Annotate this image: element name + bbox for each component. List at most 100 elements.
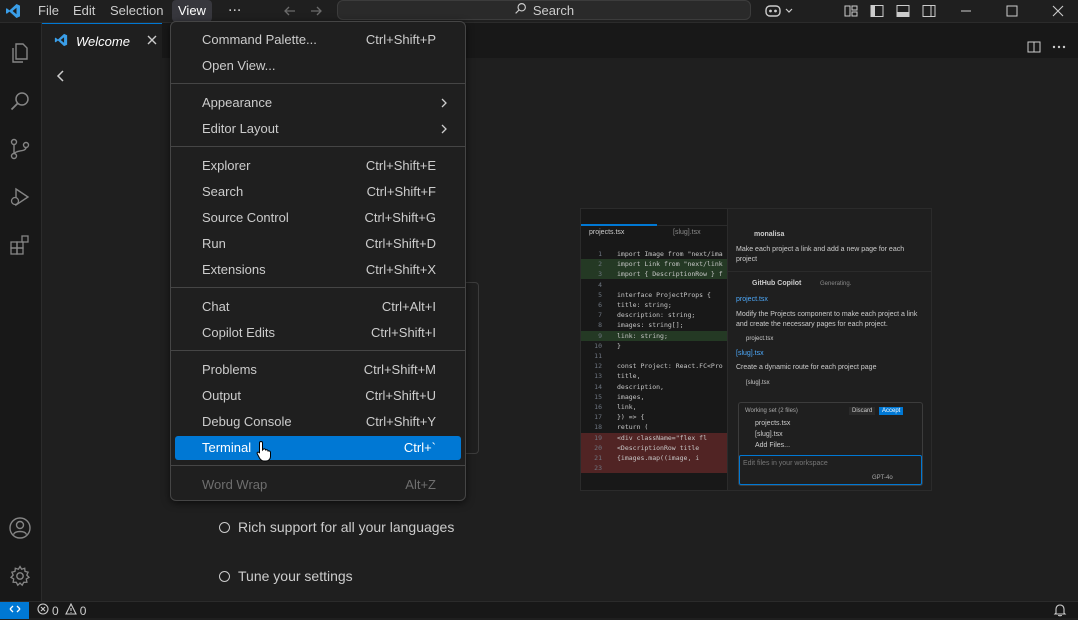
run-debug-icon[interactable] — [6, 183, 34, 211]
copilot-icon[interactable] — [764, 3, 794, 22]
explorer-icon[interactable] — [6, 39, 34, 67]
search-icon — [514, 2, 527, 18]
toggle-panel-icon[interactable] — [895, 3, 911, 22]
line-text: <div className="flex fl — [617, 433, 708, 442]
walkthrough-item[interactable]: Tune your settings — [219, 568, 353, 584]
chat-user: monalisa — [754, 231, 785, 238]
walkthrough-item-label: Tune your settings — [238, 568, 353, 584]
chat-status: Generating. — [820, 281, 852, 287]
line-text: images, — [617, 392, 645, 401]
menu-item-label: Debug Console — [202, 414, 292, 429]
code-line: 10} — [581, 341, 727, 351]
line-number: 15 — [594, 392, 602, 401]
menu-item-label: Extensions — [202, 262, 266, 277]
menu-item-shortcut: Ctrl+Shift+G — [364, 210, 436, 225]
line-number: 10 — [594, 341, 602, 350]
close-window-icon[interactable] — [1050, 3, 1066, 22]
tab-title: Welcome — [76, 33, 130, 49]
chat-file1: project.tsx — [736, 296, 768, 303]
walkthrough-item[interactable]: Rich support for all your languages — [219, 519, 454, 535]
forward-arrow-icon[interactable] — [308, 3, 324, 22]
line-text: description: string; — [617, 311, 696, 320]
more-actions-icon[interactable] — [1051, 39, 1067, 58]
search-view-icon[interactable] — [6, 87, 34, 115]
back-arrow-icon[interactable] — [282, 3, 298, 22]
toggle-secondary-sidebar-icon[interactable] — [921, 3, 937, 22]
account-icon[interactable] — [6, 514, 34, 542]
line-number: 16 — [594, 403, 602, 411]
menu-item-label: Open View... — [202, 58, 276, 73]
line-text: link, — [617, 403, 637, 411]
ws-file: [slug].tsx — [755, 431, 783, 438]
problems-status[interactable]: 0 0 — [37, 602, 87, 618]
line-number: 23 — [594, 464, 602, 473]
view-menu-dropdown: Command Palette... Ctrl+Shift+P Open View.… — [170, 21, 466, 501]
toggle-primary-sidebar-icon[interactable] — [869, 3, 885, 22]
menu-item-terminal[interactable]: Terminal Ctrl+` — [175, 436, 461, 460]
code-line: 16 link, — [581, 402, 727, 412]
menu-item-copilot-edits[interactable]: Copilot Edits Ctrl+Shift+I — [175, 321, 461, 345]
code-line: 14 description, — [581, 382, 727, 392]
warning-count: 0 — [79, 603, 87, 618]
menu-item-explorer[interactable]: Explorer Ctrl+Shift+E — [175, 154, 461, 178]
split-editor-icon[interactable] — [1026, 39, 1042, 58]
line-number: 2 — [598, 260, 602, 269]
code-line: 12 const Project: React.FC<Pro — [581, 361, 727, 371]
line-number: 4 — [598, 280, 602, 289]
menu-edit[interactable]: Edit — [67, 0, 101, 22]
code-line: 15 images, — [581, 392, 727, 402]
chat-assistant: GitHub Copilot — [752, 280, 802, 287]
search-label: Search — [532, 2, 575, 18]
code-line: 20 <DescriptionRow title — [581, 442, 727, 453]
settings-gear-icon[interactable] — [6, 562, 34, 590]
back-chevron-icon[interactable] — [54, 69, 68, 86]
line-text: {images.map((image, i — [617, 454, 700, 462]
tab-welcome[interactable]: Welcome — [42, 23, 162, 58]
menu-item-open-view[interactable]: Open View... — [175, 54, 461, 78]
line-text: import Image from "next/ima — [617, 250, 723, 258]
line-text: images: string[]; — [617, 321, 684, 330]
menu-item-label: Copilot Edits — [202, 325, 275, 340]
menu-item-shortcut: Ctrl+Shift+X — [365, 262, 436, 277]
menu-item-shortcut: Ctrl+Shift+P — [365, 32, 436, 47]
line-text: interface ProjectProps { — [617, 290, 711, 299]
menu-item-command-palette[interactable]: Command Palette... Ctrl+Shift+P — [175, 28, 461, 52]
close-tab-icon[interactable] — [146, 34, 158, 49]
menu-more[interactable]: ... — [222, 0, 247, 18]
menu-item-debug-console[interactable]: Debug Console Ctrl+Shift+Y — [175, 410, 461, 434]
menu-item-label: Command Palette... — [202, 32, 317, 47]
menu-item-output[interactable]: Output Ctrl+Shift+U — [175, 384, 461, 408]
customize-layout-icon[interactable] — [843, 3, 859, 22]
minimize-icon[interactable] — [958, 3, 974, 22]
menu-item-shortcut: Alt+Z — [405, 477, 436, 492]
extensions-icon[interactable] — [6, 231, 34, 259]
copilot-preview-image: projects.tsx [slug].tsx 1 import Image fr… — [580, 208, 932, 491]
menu-item-shortcut: Ctrl+Alt+I — [381, 299, 436, 314]
menu-item-shortcut: Ctrl+Shift+E — [365, 158, 436, 173]
menu-item-extensions[interactable]: Extensions Ctrl+Shift+X — [175, 258, 461, 282]
line-number: 14 — [594, 382, 602, 391]
maximize-icon[interactable] — [1004, 3, 1020, 22]
line-text: import Link from "next/link — [617, 260, 723, 269]
line-text: title, — [617, 372, 641, 381]
menu-file[interactable]: File — [32, 0, 65, 22]
line-number: 9 — [598, 331, 602, 340]
menu-view[interactable]: View — [172, 0, 212, 22]
menu-item-editor-layout[interactable]: Editor Layout — [175, 117, 461, 141]
menu-item-search[interactable]: Search Ctrl+Shift+F — [175, 180, 461, 204]
menu-separator — [171, 465, 465, 466]
menu-item-problems[interactable]: Problems Ctrl+Shift+M — [175, 358, 461, 382]
command-center-search[interactable]: Search — [337, 0, 751, 20]
menu-item-source-control[interactable]: Source Control Ctrl+Shift+G — [175, 206, 461, 230]
source-control-icon[interactable] — [6, 135, 34, 163]
menu-item-run[interactable]: Run Ctrl+Shift+D — [175, 232, 461, 256]
menu-selection[interactable]: Selection — [104, 0, 169, 22]
remote-indicator[interactable] — [0, 602, 29, 619]
menu-item-chat[interactable]: Chat Ctrl+Alt+I — [175, 295, 461, 319]
line-number: 13 — [594, 372, 602, 381]
ws-file: projects.tsx — [755, 420, 791, 427]
menu-item-label: Explorer — [202, 158, 251, 173]
notifications-bell-icon[interactable] — [1053, 603, 1067, 620]
menu-item-appearance[interactable]: Appearance — [175, 91, 461, 115]
menu-item-label: Problems — [202, 362, 257, 377]
